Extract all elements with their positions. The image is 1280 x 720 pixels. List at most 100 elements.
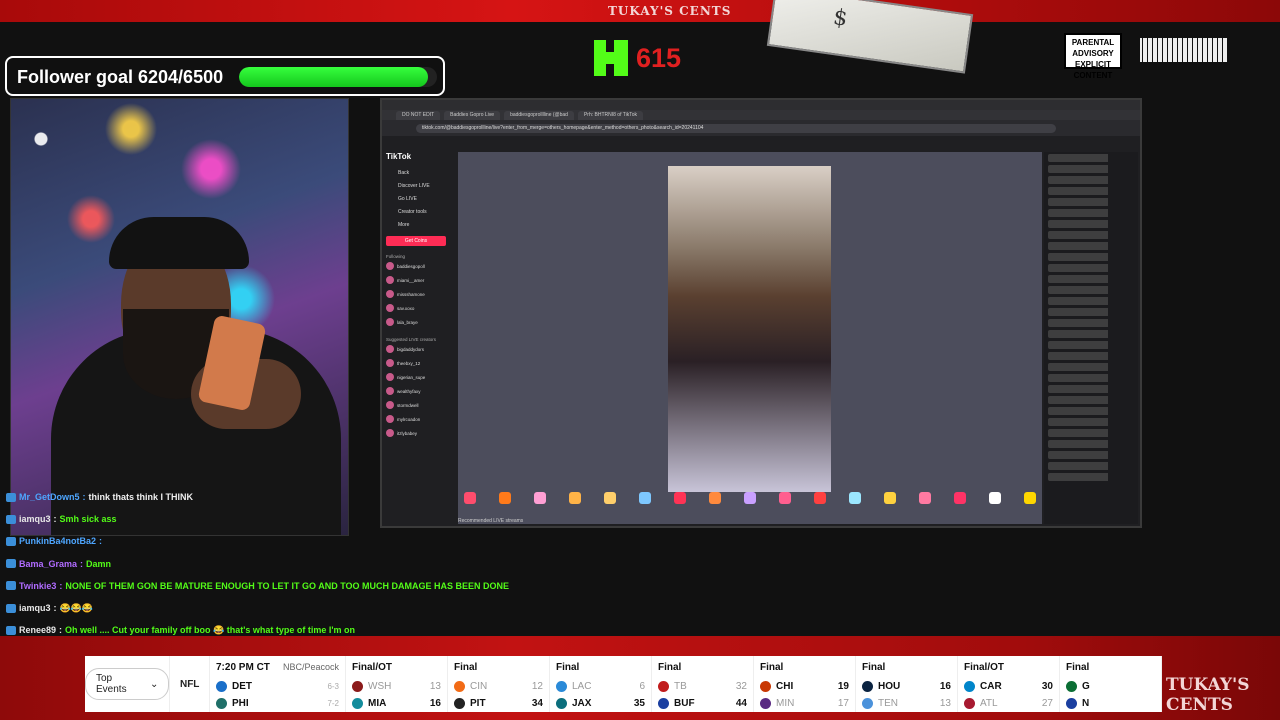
tiktok-user-item[interactable]: baddiesgopoll	[386, 259, 456, 273]
chat-username[interactable]: iamqu3	[19, 514, 51, 524]
gift-icon[interactable]	[919, 492, 931, 504]
tiktok-chat-message	[1048, 264, 1134, 272]
browser-tab[interactable]: Baddies Gopro Live	[444, 110, 501, 120]
score-ticker: Top Events ⌄ NFL 7:20 PM CT NBC/Peacock DE…	[85, 656, 1162, 712]
tiktok-chat-message	[1048, 374, 1134, 382]
team-abbr: MIA	[368, 698, 387, 709]
chevron-right-icon[interactable]: ›	[1138, 674, 1145, 697]
team-abbr: CAR	[980, 681, 1002, 692]
tiktok-username: miami__amer	[397, 277, 425, 283]
chat-username[interactable]: Bama_Grama	[19, 559, 77, 569]
team-logo-icon	[964, 681, 975, 692]
tiktok-chat-message	[1048, 220, 1134, 228]
team-row: BUF 44	[658, 695, 747, 712]
team-score: 34	[531, 698, 543, 709]
team-row: TEN 13	[862, 695, 951, 712]
tiktok-username: missshamone	[397, 291, 425, 297]
tiktok-chat-message	[1048, 308, 1134, 316]
team-abbr: JAX	[572, 698, 592, 709]
browser-tab[interactable]: Prh: BHTRNI8 of TikTok	[577, 110, 644, 120]
tiktok-chat-message	[1048, 363, 1134, 371]
game-score[interactable]: 7:20 PM CT NBC/Peacock DET 6-3 PHI 7-2	[210, 656, 346, 712]
tiktok-user-item[interactable]: itzlybabey	[386, 426, 456, 440]
team-score: 16	[429, 698, 441, 709]
badge-icon	[6, 559, 16, 569]
nav-back[interactable]: Back	[386, 167, 456, 180]
following-list: baddiesgopoll miami__amer missshamone sav.x…	[386, 259, 456, 329]
tiktok-user-item[interactable]: bigdaddydors	[386, 342, 456, 356]
gift-icon[interactable]	[779, 492, 791, 504]
tiktok-user-item[interactable]: theebxy_12	[386, 356, 456, 370]
team-logo-icon	[454, 681, 465, 692]
team-score: 16	[939, 681, 951, 692]
team-logo-icon	[760, 681, 771, 692]
tiktok-user-item[interactable]: sav.xoxo	[386, 301, 456, 315]
address-bar[interactable]: tiktok.com/@baddiesgoprollline/live?ente…	[416, 123, 1056, 133]
stream-chat: Mr_GetDown5: think thats think I THINK iam…	[6, 486, 626, 641]
tiktok-logo[interactable]: TikTok	[386, 152, 456, 161]
team-logo-icon	[352, 681, 363, 692]
game-score[interactable]: Final CHI 19 MIN 17	[754, 656, 856, 712]
chat-username[interactable]: Twinkie3	[19, 581, 56, 591]
gift-icon[interactable]	[639, 492, 651, 504]
game-score[interactable]: Final LAC 6 JAX 35	[550, 656, 652, 712]
tiktok-user-item[interactable]: miami__amer	[386, 273, 456, 287]
live-video[interactable]	[668, 166, 831, 492]
gift-icon[interactable]	[1024, 492, 1036, 504]
game-status: Final	[1066, 662, 1090, 673]
tiktok-live-chat	[1044, 152, 1138, 524]
gift-icon[interactable]	[884, 492, 896, 504]
games-list: 7:20 PM CT NBC/Peacock DET 6-3 PHI 7-2 Final/O…	[210, 656, 1162, 712]
tiktok-user-item[interactable]: mylrcoadon	[386, 412, 456, 426]
tiktok-user-item[interactable]: lala_braye	[386, 315, 456, 329]
gift-icon[interactable]	[674, 492, 686, 504]
team-abbr: LAC	[572, 681, 592, 692]
tiktok-chat-message	[1048, 330, 1134, 338]
avatar	[386, 401, 394, 409]
game-score[interactable]: Final TB 32 BUF 44	[652, 656, 754, 712]
chat-username[interactable]: PunkinBa4notBa2	[19, 536, 96, 546]
chat-username[interactable]: iamqu3	[19, 603, 51, 613]
avatar	[386, 290, 394, 298]
gift-icon[interactable]	[989, 492, 1001, 504]
team-logo-icon	[216, 681, 227, 692]
tiktok-user-item[interactable]: missshamone	[386, 287, 456, 301]
nav-discover-live[interactable]: Discover LIVE	[386, 180, 456, 193]
gift-icon[interactable]	[814, 492, 826, 504]
game-score[interactable]: Final G N	[1060, 656, 1162, 712]
tiktok-user-item[interactable]: stormdwell	[386, 398, 456, 412]
league-label[interactable]: NFL	[169, 656, 210, 712]
game-score[interactable]: Final HOU 16 TEN 13	[856, 656, 958, 712]
nav-go-live[interactable]: Go LIVE	[386, 193, 456, 206]
avatar	[386, 304, 394, 312]
tiktok-user-item[interactable]: wealthyfaxy	[386, 384, 456, 398]
game-status: Final	[454, 662, 478, 673]
team-score: 6-3	[327, 682, 339, 691]
get-coins-button[interactable]: Get Coins	[386, 236, 446, 246]
game-status: Final	[658, 662, 682, 673]
chat-message: PunkinBa4notBa2:	[6, 530, 626, 552]
game-status: Final	[556, 662, 580, 673]
game-score[interactable]: Final/OT WSH 13 MIA 16	[346, 656, 448, 712]
game-score[interactable]: Final CIN 12 PIT 34	[448, 656, 550, 712]
nav-creator-tools[interactable]: Creator tools	[386, 206, 456, 219]
badge-icon	[6, 625, 16, 635]
baseball-cap	[109, 217, 249, 269]
tiktok-chat-message	[1048, 253, 1134, 261]
gift-icon[interactable]	[744, 492, 756, 504]
team-logo-icon	[556, 681, 567, 692]
tiktok-sidebar: TikTok Back Discover LIVE Go LIVE Creato…	[386, 152, 456, 522]
gift-icon[interactable]	[849, 492, 861, 504]
chat-username[interactable]: Mr_GetDown5	[19, 492, 80, 502]
chat-username[interactable]: Renee89	[19, 625, 56, 635]
team-abbr: PHI	[232, 698, 249, 709]
top-events-dropdown[interactable]: Top Events ⌄	[85, 668, 170, 700]
browser-tab[interactable]: baddiesgoprolllline (@bad	[504, 110, 574, 120]
game-score[interactable]: Final/OT CAR 30 ATL 27	[958, 656, 1060, 712]
tiktok-user-item[interactable]: nigerian_supe	[386, 370, 456, 384]
browser-tab[interactable]: DO NOT EDIT	[396, 110, 441, 120]
nav-more[interactable]: More	[386, 219, 456, 232]
team-row: ATL 27	[964, 695, 1053, 712]
gift-icon[interactable]	[709, 492, 721, 504]
gift-icon[interactable]	[954, 492, 966, 504]
